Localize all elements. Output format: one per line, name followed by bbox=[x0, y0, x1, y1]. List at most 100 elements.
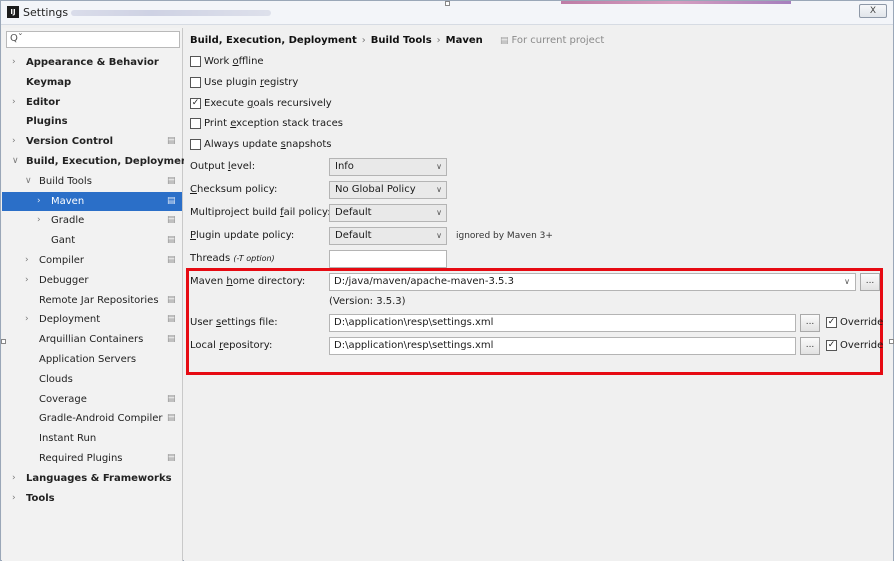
collapsed-arrow-icon[interactable]: › bbox=[12, 53, 16, 72]
maven-home-select[interactable]: D:/java/maven/apache-maven-3.5.3 ∨ bbox=[329, 273, 856, 291]
sidebar-item-coverage[interactable]: Coverage ▤ bbox=[2, 390, 182, 409]
sidebar-item-label: Application Servers bbox=[39, 354, 137, 365]
collapsed-arrow-icon[interactable]: › bbox=[25, 271, 29, 290]
sidebar-item-label: Appearance & Behavior bbox=[26, 57, 159, 68]
threads-label: Threads (-T option) bbox=[190, 253, 275, 264]
title-decoration bbox=[561, 1, 791, 4]
checkbox-checked-icon: ✓ bbox=[826, 340, 837, 351]
breadcrumb-item[interactable]: Build Tools bbox=[371, 35, 432, 46]
maven-home-label: Maven home directory: bbox=[190, 276, 306, 287]
checksum-policy-select[interactable]: No Global Policy ∨ bbox=[329, 181, 447, 199]
sidebar-item-version-control[interactable]: › Version Control ▤ bbox=[2, 132, 182, 151]
collapsed-arrow-icon[interactable]: › bbox=[37, 192, 41, 211]
settings-window: IJ Settings X Qˇ › Appearance & Behavior K… bbox=[0, 0, 894, 561]
sidebar-item-label: Version Control bbox=[26, 136, 114, 148]
sidebar-item-build-tools[interactable]: ∨ Build Tools ▤ bbox=[2, 172, 182, 191]
checkbox-checked-icon: ✓ bbox=[190, 97, 201, 109]
for-current-project-label: For current project bbox=[511, 35, 605, 46]
sidebar-item-debugger[interactable]: › Debugger bbox=[2, 271, 182, 290]
project-level-icon: ▤ bbox=[167, 294, 176, 305]
sidebar-item-application-servers[interactable]: Application Servers bbox=[2, 350, 182, 369]
sidebar-item-deployment[interactable]: › Deployment ▤ bbox=[2, 310, 182, 329]
sidebar-item-label: Keymap bbox=[26, 76, 72, 88]
sidebar-item-gradle[interactable]: › Gradle ▤ bbox=[2, 211, 182, 230]
sidebar-item-label: Deployment bbox=[39, 314, 101, 326]
sidebar-item-label: Tools bbox=[26, 492, 55, 504]
chevron-down-icon: ∨ bbox=[436, 208, 442, 217]
breadcrumb-item[interactable]: Build, Execution, Deployment bbox=[190, 35, 357, 46]
collapsed-arrow-icon[interactable]: › bbox=[12, 489, 16, 508]
sidebar-item-label: Build Tools bbox=[39, 175, 92, 187]
resize-handle[interactable] bbox=[889, 339, 894, 344]
sidebar-item-label: Arquillian Containers bbox=[39, 334, 144, 346]
sidebar-item-plugins[interactable]: Plugins bbox=[2, 112, 182, 131]
project-level-icon: ▤ bbox=[167, 136, 176, 147]
sidebar-item-label: Required Plugins bbox=[39, 453, 123, 464]
threads-input[interactable] bbox=[329, 250, 447, 268]
project-level-icon: ▤ bbox=[167, 175, 176, 186]
sidebar-item-gant[interactable]: Gant ▤ bbox=[2, 231, 182, 250]
sidebar-item-remote-jar-repositories[interactable]: Remote Jar Repositories ▤ bbox=[2, 291, 182, 310]
sidebar-item-label: Clouds bbox=[39, 373, 73, 385]
sidebar-item-label: Gradle-Android Compiler bbox=[39, 413, 163, 425]
resize-handle[interactable] bbox=[1, 339, 6, 344]
multiproject-policy-label: Multiproject build fail policy: bbox=[190, 207, 331, 218]
checkbox-unchecked-icon bbox=[190, 139, 201, 151]
user-settings-browse-button[interactable]: ... bbox=[800, 314, 820, 332]
breadcrumb: Build, Execution, Deployment › Build Tools… bbox=[190, 32, 604, 50]
window-title: Settings bbox=[23, 6, 69, 19]
local-repository-label: Local repository: bbox=[190, 340, 273, 351]
project-level-icon: ▤ bbox=[167, 314, 176, 325]
collapsed-arrow-icon[interactable]: › bbox=[12, 132, 16, 151]
breadcrumb-separator: › bbox=[436, 35, 441, 46]
settings-sidebar: Qˇ › Appearance & Behavior Keymap › Editor Pl… bbox=[2, 28, 193, 561]
collapsed-arrow-icon[interactable]: › bbox=[25, 251, 29, 270]
sidebar-item-build-execution-deployment[interactable]: ∨ Build, Execution, Deployment bbox=[2, 152, 193, 171]
collapsed-arrow-icon[interactable]: › bbox=[12, 469, 16, 488]
plugin-update-policy-select[interactable]: Default ∨ bbox=[329, 227, 447, 245]
maven-settings-panel: Build, Execution, Deployment › Build Tools… bbox=[184, 28, 893, 561]
resize-handle[interactable] bbox=[445, 1, 450, 6]
collapsed-arrow-icon[interactable]: › bbox=[37, 211, 41, 230]
user-settings-input[interactable]: D:\application\resp\settings.xml bbox=[329, 314, 796, 332]
option-checkbox-label: Use plugin registry bbox=[204, 76, 299, 88]
search-input[interactable]: Qˇ bbox=[6, 31, 180, 48]
sidebar-item-arquillian-containers[interactable]: Arquillian Containers ▤ bbox=[2, 330, 182, 349]
sidebar-item-label: Languages & Frameworks bbox=[26, 472, 172, 484]
sidebar-item-maven[interactable]: › Maven ▤ bbox=[2, 191, 182, 211]
expanded-arrow-icon[interactable]: ∨ bbox=[25, 172, 32, 191]
sidebar-item-required-plugins[interactable]: Required Plugins ▤ bbox=[2, 449, 182, 468]
option-checkbox-label: Print exception stack traces bbox=[204, 118, 343, 130]
maven-home-browse-button[interactable]: ... bbox=[860, 273, 880, 291]
close-button[interactable]: X bbox=[859, 4, 887, 18]
sidebar-item-label: Compiler bbox=[39, 255, 85, 266]
sidebar-item-languages-frameworks[interactable]: › Languages & Frameworks bbox=[2, 469, 182, 488]
sidebar-item-instant-run[interactable]: Instant Run bbox=[2, 429, 182, 448]
collapsed-arrow-icon[interactable]: › bbox=[25, 310, 29, 329]
local-repository-browse-button[interactable]: ... bbox=[800, 337, 820, 355]
checkbox-unchecked-icon bbox=[190, 118, 201, 130]
sidebar-item-keymap[interactable]: Keymap bbox=[2, 73, 182, 92]
option-checkbox-label: Always update snapshots bbox=[204, 139, 332, 151]
output-level-select[interactable]: Info ∨ bbox=[329, 158, 447, 176]
sidebar-item-tools[interactable]: › Tools bbox=[2, 489, 182, 508]
search-icon: Qˇ bbox=[10, 33, 23, 44]
collapsed-arrow-icon[interactable]: › bbox=[12, 93, 16, 112]
sidebar-item-compiler[interactable]: › Compiler ▤ bbox=[2, 251, 182, 270]
sidebar-item-editor[interactable]: › Editor bbox=[2, 93, 182, 112]
checksum-policy-label: Checksum policy: bbox=[190, 184, 278, 195]
sidebar-item-appearance-behavior[interactable]: › Appearance & Behavior bbox=[2, 53, 182, 72]
expanded-arrow-icon[interactable]: ∨ bbox=[12, 152, 19, 171]
sidebar-item-gradle-android-compiler[interactable]: Gradle-Android Compiler ▤ bbox=[2, 409, 182, 428]
sidebar-item-label: Gant bbox=[51, 235, 76, 247]
breadcrumb-separator: › bbox=[361, 35, 366, 46]
sidebar-item-label: Maven bbox=[51, 195, 85, 207]
chevron-down-icon: ∨ bbox=[436, 162, 442, 171]
sidebar-item-label: Editor bbox=[26, 96, 60, 108]
sidebar-item-clouds[interactable]: Clouds bbox=[2, 370, 182, 389]
breadcrumb-item: Maven bbox=[445, 35, 483, 46]
project-level-icon: ▤ bbox=[167, 215, 176, 226]
local-repository-input[interactable]: D:\application\resp\settings.xml bbox=[329, 337, 796, 355]
option-checkbox-label: Execute goals recursively bbox=[204, 97, 332, 109]
multiproject-policy-select[interactable]: Default ∨ bbox=[329, 204, 447, 222]
